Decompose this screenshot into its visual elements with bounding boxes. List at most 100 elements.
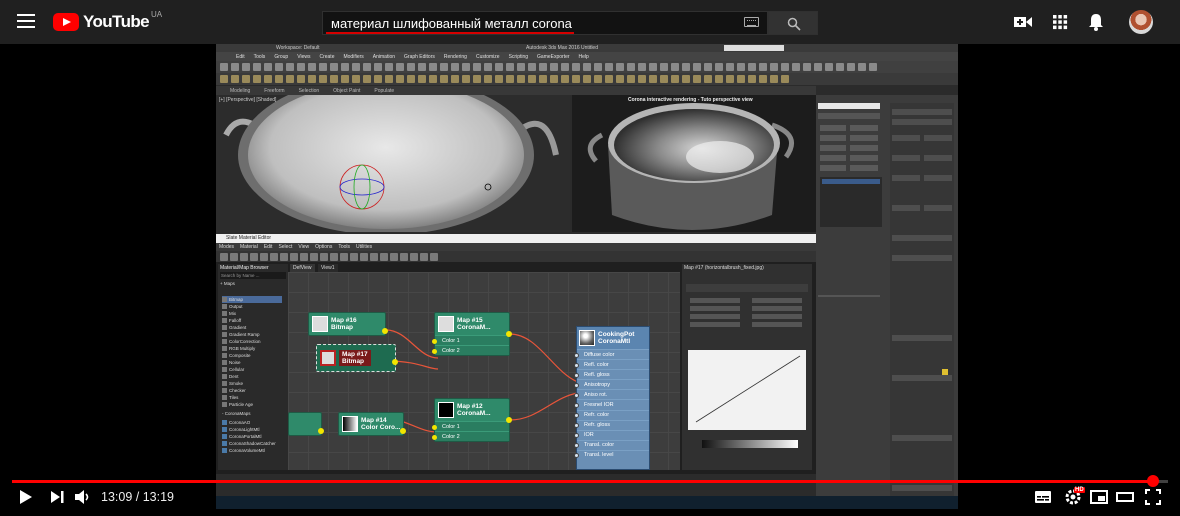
toolbar-tool-icon[interactable] [242,75,250,83]
toolbar-tool-icon[interactable] [264,63,272,71]
material-input-slot[interactable]: Refr. gloss [574,419,649,430]
toolbar-tool-icon[interactable] [660,63,668,71]
play-icon[interactable] [14,486,36,508]
toolbar-tool-icon[interactable] [649,75,657,83]
sme-menu-material[interactable]: Material [240,244,258,250]
youtube-logo[interactable]: YouTube UA [53,10,162,32]
browser-map-item[interactable]: Mix [222,310,282,317]
toolbar-tool-icon[interactable] [350,253,358,261]
toolbar-tool-icon[interactable] [418,63,426,71]
toolbar-tool-icon[interactable] [770,63,778,71]
toolbar-tool-icon[interactable] [539,75,547,83]
toolbar-tool-icon[interactable] [430,253,438,261]
toolbar-tool-icon[interactable] [374,75,382,83]
material-input-slot[interactable]: Diffuse color [574,349,649,359]
input-slot[interactable]: Color 1 [432,421,509,431]
toolbar-tool-icon[interactable] [341,75,349,83]
toolbar-tool-icon[interactable] [792,63,800,71]
toolbar-tool-icon[interactable] [528,75,536,83]
toolbar-tool-icon[interactable] [380,253,388,261]
menu-customize[interactable]: Customize [476,54,500,60]
toolbar-tool-icon[interactable] [506,63,514,71]
toolbar-tool-icon[interactable] [561,75,569,83]
toolbar-tool-icon[interactable] [363,75,371,83]
menu-animation[interactable]: Animation [373,54,395,60]
toolbar-tool-icon[interactable] [264,75,272,83]
output-port[interactable] [382,328,388,334]
node-map15[interactable]: Map #15 CoronaM... Color 1 Color 2 [432,312,512,356]
toolbar-tool-icon[interactable] [230,253,238,261]
toolbar-tool-icon[interactable] [429,75,437,83]
toolbar-tool-icon[interactable] [660,75,668,83]
browser-group-corona[interactable]: - CoronaMaps [222,410,282,417]
toolbar-tool-icon[interactable] [869,63,877,71]
ribbon-populate[interactable]: Populate [374,88,394,94]
browser-map-item[interactable]: Smoke [222,380,282,387]
browser-group-maps[interactable]: + Maps [218,279,288,286]
toolbar-tool-icon[interactable] [407,75,415,83]
toolbar-tool-icon[interactable] [726,63,734,71]
toolbar-tool-icon[interactable] [320,253,328,261]
toolbar-tool-icon[interactable] [297,63,305,71]
menu-graph-editors[interactable]: Graph Editors [404,54,435,60]
material-input-slot[interactable]: Refr. color [574,409,649,420]
toolbar-tool-icon[interactable] [814,63,822,71]
toolbar-tool-icon[interactable] [495,75,503,83]
toolbar-tool-icon[interactable] [781,75,789,83]
toolbar-tool-icon[interactable] [429,63,437,71]
toolbar-tool-icon[interactable] [275,63,283,71]
toolbar-tool-icon[interactable] [370,253,378,261]
toolbar-tool-icon[interactable] [340,253,348,261]
toolbar-tool-icon[interactable] [240,253,248,261]
toolbar-tool-icon[interactable] [473,75,481,83]
toolbar-tool-icon[interactable] [385,75,393,83]
toolbar-tool-icon[interactable] [352,63,360,71]
toolbar-tool-icon[interactable] [308,75,316,83]
fullscreen-icon[interactable] [1142,486,1164,508]
browser-map-item[interactable]: Particle Age [222,401,282,408]
input-port[interactable] [574,453,579,459]
input-port[interactable] [574,372,579,378]
browser-map-item[interactable]: CoronaLightMtl [222,426,282,433]
node-map12[interactable]: Map #12 CoronaM... Color 1 Color 2 [432,398,512,442]
toolbar-tool-icon[interactable] [220,75,228,83]
toolbar-tool-icon[interactable] [462,75,470,83]
menu-icon[interactable] [17,14,35,30]
menu-group[interactable]: Group [274,54,288,60]
toolbar-tool-icon[interactable] [400,253,408,261]
toolbar-tool-icon[interactable] [539,63,547,71]
toolbar-tool-icon[interactable] [627,75,635,83]
input-port[interactable] [574,443,579,449]
toolbar-tool-icon[interactable] [649,63,657,71]
toolbar-tool-icon[interactable] [310,253,318,261]
toolbar-tool-icon[interactable] [330,75,338,83]
toolbar-tool-icon[interactable] [319,63,327,71]
toolbar-tool-icon[interactable] [704,63,712,71]
toolbar-tool-icon[interactable] [693,63,701,71]
toolbar-tool-icon[interactable] [847,63,855,71]
input-port[interactable] [574,382,579,388]
toolbar-tool-icon[interactable] [418,75,426,83]
toolbar-tool-icon[interactable] [572,63,580,71]
toolbar-tool-icon[interactable] [280,253,288,261]
toolbar-tool-icon[interactable] [616,75,624,83]
material-map-browser[interactable]: Material/Map Browser Search by Name ... … [218,264,288,470]
menu-modifiers[interactable]: Modifiers [343,54,363,60]
toolbar-tool-icon[interactable] [759,63,767,71]
browser-search-input[interactable]: Search by Name ... [220,272,286,279]
material-input-slot[interactable]: Transl. color [574,439,649,450]
notifications-icon[interactable] [1086,12,1106,32]
node-coronamtl[interactable]: CookingPot CoronaMtl Diffuse color Refl. … [574,326,650,470]
material-input-slot[interactable]: Anisotropy [574,379,649,389]
toolbar-tool-icon[interactable] [300,253,308,261]
material-input-slot[interactable]: Refl. color [574,359,649,369]
input-slot[interactable]: Color 2 [432,345,509,355]
toolbar-tool-icon[interactable] [308,63,316,71]
toolbar-tool-icon[interactable] [583,63,591,71]
toolbar-tool-icon[interactable] [363,63,371,71]
toolbar-tool-icon[interactable] [390,253,398,261]
toolbar-tool-icon[interactable] [440,63,448,71]
keyboard-icon[interactable] [744,17,759,27]
toolbar-tool-icon[interactable] [825,63,833,71]
apps-icon[interactable] [1050,12,1070,32]
